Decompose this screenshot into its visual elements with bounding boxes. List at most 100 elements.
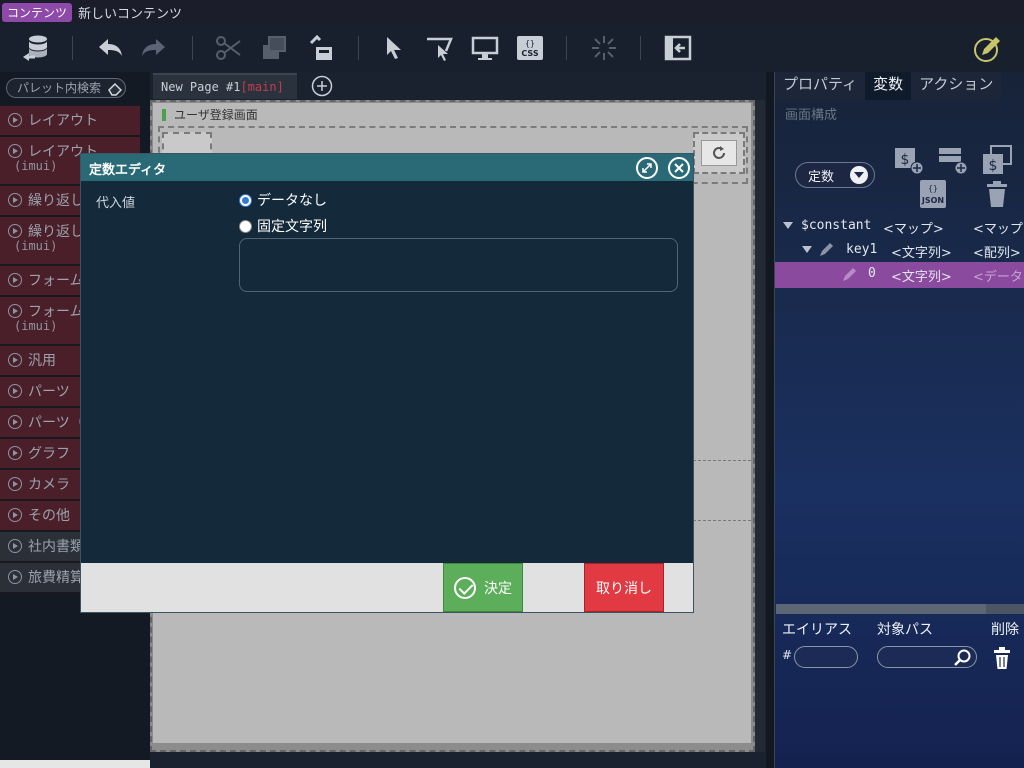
chevron-right-icon — [8, 384, 22, 398]
close-icon[interactable] — [668, 157, 690, 179]
add-page-icon[interactable] — [311, 75, 333, 97]
pointer-icon[interactable] — [378, 32, 410, 64]
var-type: <文字列> — [891, 270, 952, 285]
paste-icon[interactable] — [304, 32, 336, 64]
title-bar: コンテンツ 新しいコンテンツ — [0, 0, 1024, 24]
dialog-footer: 決定 取り消し — [81, 563, 693, 612]
search-icon[interactable] — [953, 648, 973, 668]
page-tab-label: New Page #1 — [161, 80, 241, 94]
dialog-header[interactable]: 定数エディタ — [81, 154, 693, 181]
cancel-button[interactable]: 取り消し — [584, 563, 664, 612]
palette-category[interactable]: レイアウト — [0, 106, 140, 136]
delete-column: 削除 — [991, 622, 1019, 638]
variable-type-select[interactable]: 定数 — [795, 162, 875, 188]
add-variable-icon[interactable]: $ — [893, 144, 925, 176]
copy-icon[interactable] — [258, 32, 290, 64]
copy-variable-icon[interactable]: $ — [981, 144, 1013, 176]
chevron-right-icon — [8, 477, 22, 491]
chevron-right-icon — [8, 144, 22, 158]
var-type: <マップ> — [883, 222, 944, 237]
tree-row[interactable]: key1 <文字列> <配列> — [775, 238, 1024, 262]
alias-input[interactable] — [794, 646, 858, 668]
chevron-right-icon — [8, 304, 22, 318]
trash-icon[interactable] — [981, 178, 1013, 210]
status-strip — [0, 760, 150, 768]
undo-icon[interactable] — [94, 32, 126, 64]
tab-page[interactable]: New Page #1[main] — [153, 73, 297, 99]
add-list-icon[interactable] — [937, 144, 969, 176]
chevron-down-icon — [850, 166, 868, 184]
radio-fixed-string[interactable] — [239, 219, 252, 233]
content-title: 新しいコンテンツ — [78, 6, 183, 22]
palette-category-label: その他 — [28, 508, 70, 524]
tab-variables[interactable]: 変数 — [865, 72, 912, 100]
fixed-string-textarea[interactable] — [239, 238, 678, 292]
palette-category-label: パーツ（ — [28, 415, 84, 431]
reload-button-container[interactable] — [693, 132, 745, 174]
variable-type-value: 定数 — [808, 169, 835, 185]
tab-properties[interactable]: プロパティ — [775, 72, 866, 100]
chevron-right-icon — [8, 415, 22, 429]
json-icon[interactable]: {} JSON — [917, 178, 949, 210]
canvas-vertical-scrollbar[interactable] — [755, 100, 765, 752]
preview-icon[interactable] — [469, 32, 501, 64]
palette-category-label: カメラ — [28, 477, 70, 493]
palette-category-label: レイアウト — [28, 113, 98, 129]
chevron-right-icon — [8, 539, 22, 553]
trash-icon[interactable] — [991, 646, 1013, 670]
loading-icon[interactable] — [588, 32, 620, 64]
var-name: 0 — [868, 266, 876, 281]
chevron-right-icon — [8, 508, 22, 522]
chevron-right-icon — [8, 353, 22, 367]
pencil-icon[interactable] — [818, 242, 834, 258]
alias-table-header: エイリアス 対象パス 削除 — [775, 616, 1024, 640]
select-icon[interactable] — [423, 32, 455, 64]
panel-splitter[interactable] — [766, 72, 774, 768]
right-panel-tabs: プロパティ 変数 アクション — [775, 72, 1024, 100]
palette-category-label: フォーム — [28, 273, 84, 289]
palette-category-label: 社内書類 — [28, 539, 84, 555]
var-value: <マップ> — [973, 222, 1024, 237]
chevron-right-icon — [8, 113, 22, 127]
scrollbar-thumb[interactable] — [776, 604, 986, 614]
pencil-icon[interactable] — [841, 267, 857, 283]
chevron-right-icon — [8, 273, 22, 287]
reload-button[interactable] — [701, 140, 737, 166]
path-column: 対象パス — [877, 622, 933, 638]
palette-category-label: フォーム — [28, 304, 84, 320]
option-no-data[interactable]: データなし — [239, 190, 327, 210]
css-icon[interactable]: {} CSS — [514, 32, 546, 64]
cancel-label: 取り消し — [596, 580, 652, 597]
tree-row[interactable]: $constant <マップ> <マップ> — [775, 214, 1024, 238]
tree-row-selected[interactable]: 0 <文字列> <データ — [775, 262, 1024, 288]
alias-prefix: # — [782, 648, 793, 662]
dialog-title: 定数エディタ — [89, 163, 167, 178]
content-tag: コンテンツ — [2, 2, 73, 22]
cut-icon[interactable] — [212, 32, 244, 64]
maximize-icon[interactable] — [636, 157, 658, 179]
tab-actions[interactable]: アクション — [911, 72, 1002, 100]
expand-icon[interactable] — [783, 222, 793, 229]
section-divider — [693, 460, 751, 461]
database-icon[interactable] — [20, 32, 52, 64]
option-no-data-label: データなし — [257, 193, 327, 209]
tree-horizontal-scrollbar[interactable] — [776, 604, 1024, 614]
edit-icon[interactable] — [971, 32, 1003, 64]
var-type: <文字列> — [891, 246, 952, 261]
redo-icon[interactable] — [138, 32, 170, 64]
palette-category-label: グラフ — [28, 446, 70, 462]
radio-no-data[interactable] — [239, 193, 252, 207]
confirm-button[interactable]: 決定 — [443, 563, 523, 612]
chevron-right-icon — [8, 446, 22, 460]
option-fixed-string[interactable]: 固定文字列 — [239, 216, 327, 236]
screen-structure-label[interactable]: 画面構成 — [785, 104, 837, 123]
reload-icon — [713, 146, 725, 159]
screen-name-label: ユーザ登録画面 — [162, 106, 258, 123]
chevron-right-icon — [8, 224, 22, 238]
eraser-icon[interactable] — [108, 82, 122, 96]
alias-column: エイリアス — [782, 622, 852, 638]
exit-icon[interactable] — [662, 32, 694, 64]
palette-category-label: 汎用 — [28, 353, 56, 369]
var-name: key1 — [846, 242, 878, 257]
expand-icon[interactable] — [802, 246, 812, 253]
